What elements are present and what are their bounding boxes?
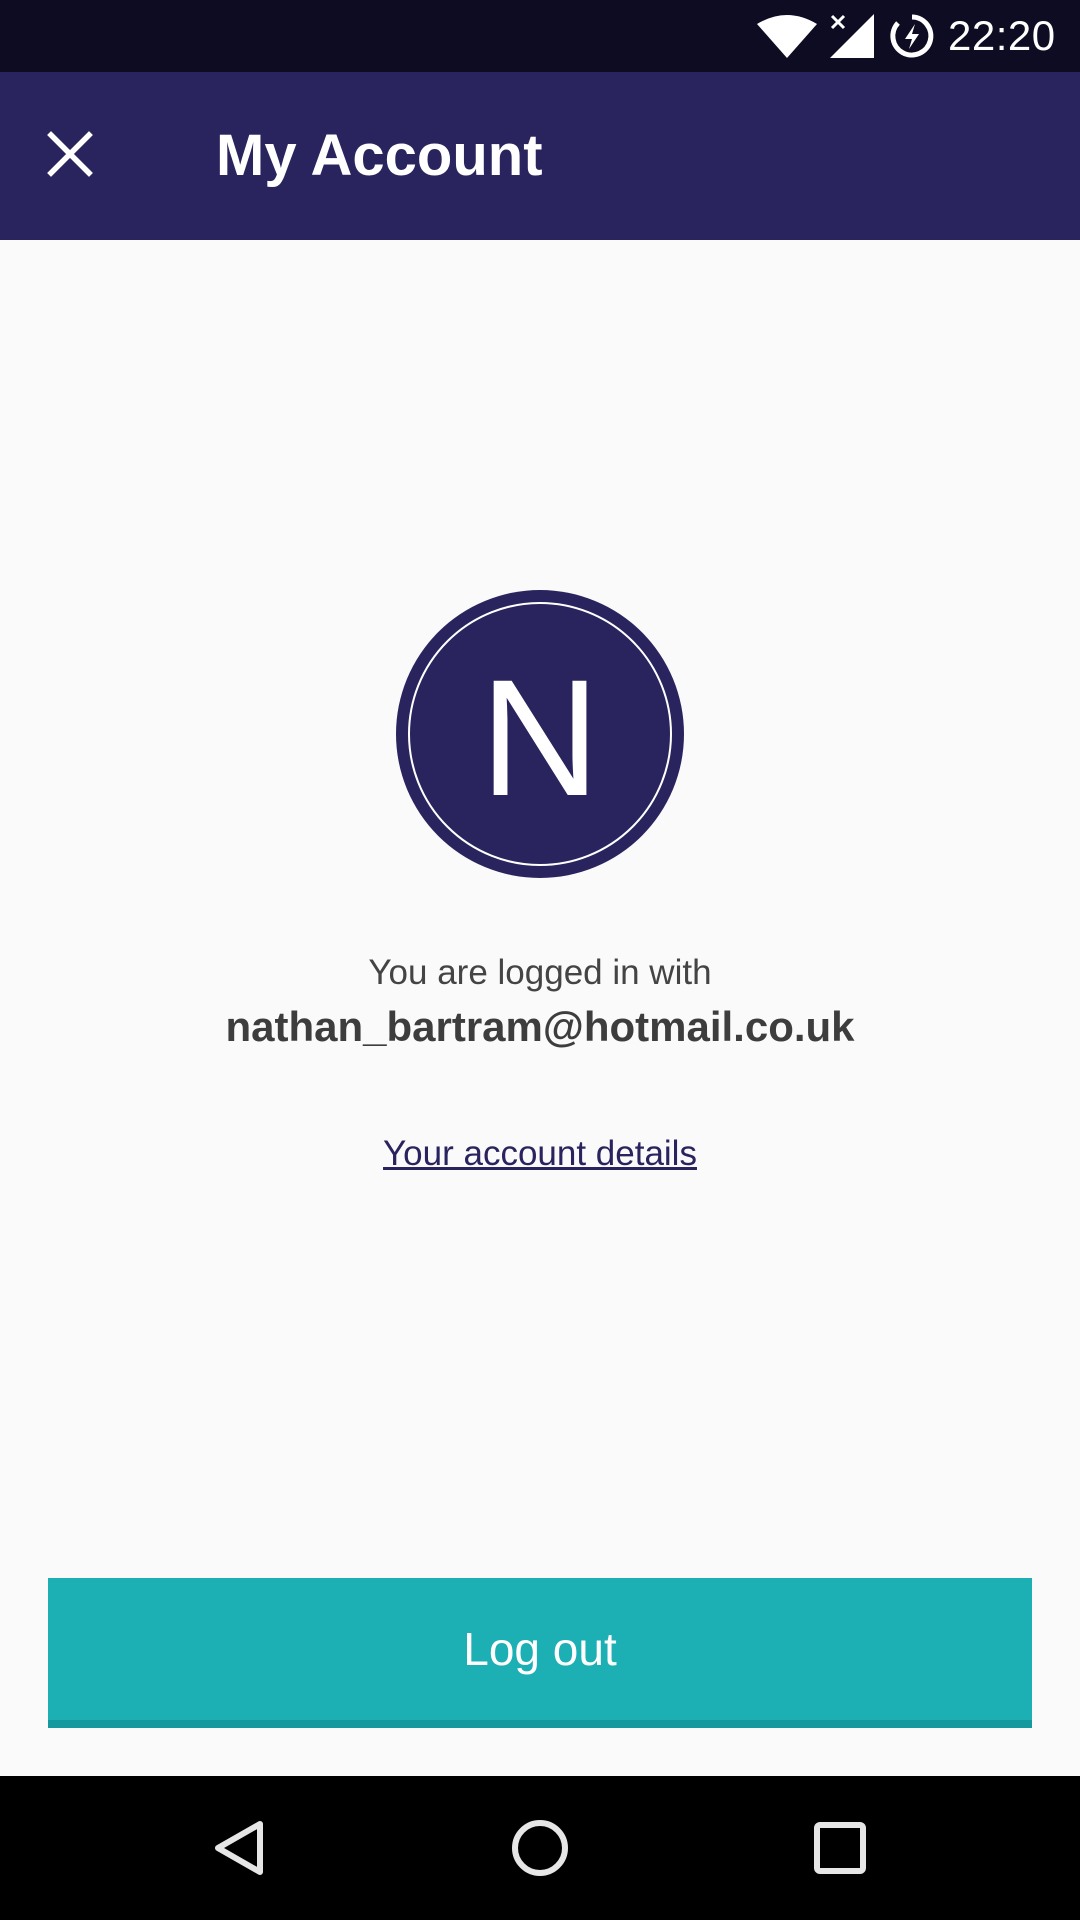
- status-bar: 22:20: [0, 0, 1080, 72]
- battery-charging-icon: [890, 14, 934, 58]
- app-toolbar: My Account: [0, 72, 1080, 240]
- wifi-icon: [757, 15, 817, 58]
- account-details-link[interactable]: Your account details: [0, 1134, 1080, 1174]
- recents-button[interactable]: [790, 1798, 890, 1898]
- page-title: My Account: [216, 123, 543, 188]
- navigation-bar: [0, 1776, 1080, 1920]
- signal-icon: [830, 14, 874, 58]
- logout-label: Log out: [463, 1623, 617, 1675]
- close-button[interactable]: [24, 108, 116, 200]
- avatar-initial: N: [480, 646, 600, 831]
- recents-icon: [814, 1822, 866, 1874]
- logout-button[interactable]: Log out: [48, 1578, 1032, 1728]
- close-icon: [47, 131, 93, 177]
- home-button[interactable]: [490, 1798, 590, 1898]
- account-email: nathan_bartram@hotmail.co.uk: [225, 1003, 855, 1050]
- home-icon: [512, 1820, 568, 1876]
- back-button[interactable]: [190, 1798, 290, 1898]
- logged-in-label: You are logged in with: [368, 953, 712, 992]
- back-icon: [215, 1821, 263, 1875]
- status-clock: 22:20: [948, 12, 1056, 59]
- my-account-screen: 22:20 My Account N You are logged in wit…: [0, 0, 1080, 1920]
- avatar: N: [396, 590, 684, 878]
